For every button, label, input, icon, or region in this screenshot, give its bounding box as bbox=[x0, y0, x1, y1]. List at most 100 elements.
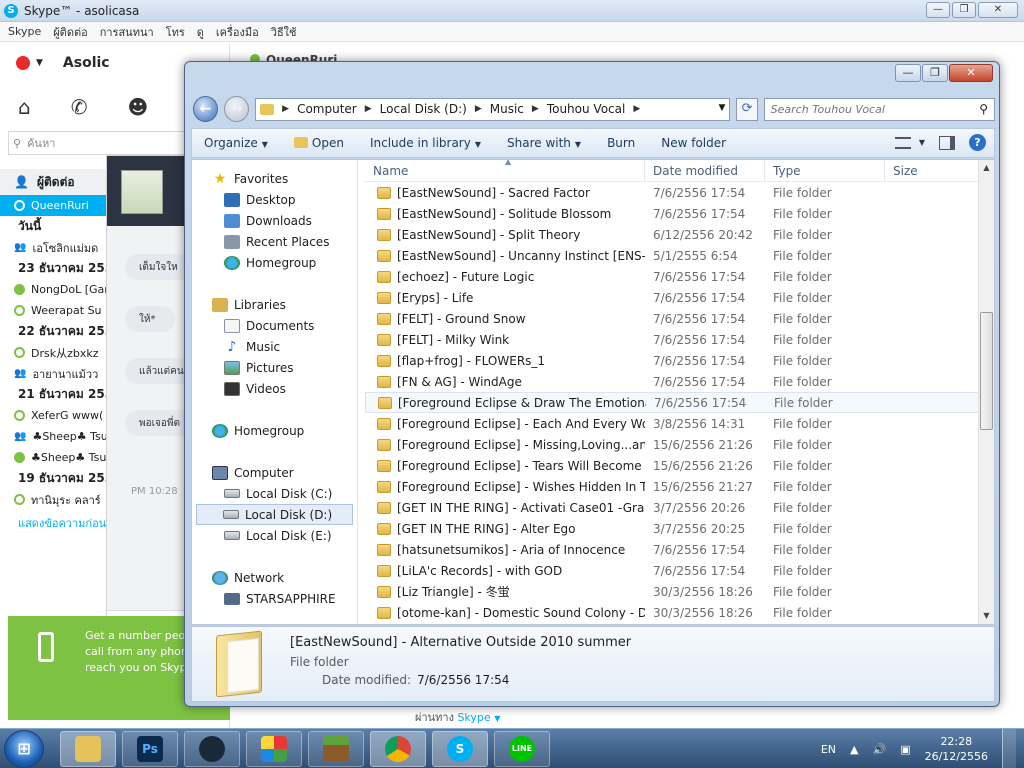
status-icon[interactable] bbox=[16, 56, 30, 70]
open-button[interactable]: Open bbox=[293, 136, 344, 150]
file-row[interactable]: [FELT] - Ground Snow 7/6/2556 17:54 File f… bbox=[365, 308, 981, 329]
breadcrumb-separator-icon[interactable]: ▶ bbox=[282, 104, 289, 114]
file-row[interactable]: [otome-kan] - Domestic Sound Colony - Di… bbox=[365, 602, 981, 623]
nav-libraries[interactable]: Libraries bbox=[192, 294, 357, 315]
file-row[interactable]: [FELT] - Milky Wink 7/6/2556 17:54 File fo… bbox=[365, 329, 981, 350]
explorer-maximize-button[interactable]: ❐ bbox=[922, 64, 948, 82]
breadcrumb-music[interactable]: Music bbox=[490, 102, 524, 116]
group-icon[interactable]: ☻ bbox=[127, 95, 148, 119]
file-row[interactable]: [EastNewSound] - Solitude Blossom 7/6/255… bbox=[365, 203, 981, 224]
breadcrumb-separator-icon[interactable]: ▶ bbox=[633, 104, 640, 114]
menu-tools[interactable]: เครื่องมือ bbox=[216, 23, 259, 41]
menu-contacts[interactable]: ผู้ติดต่อ bbox=[53, 23, 87, 41]
file-row[interactable]: [EastNewSound] - Sacred Factor 7/6/2556 1… bbox=[365, 182, 981, 203]
organize-button[interactable]: Organize ▼ bbox=[204, 136, 268, 150]
nav-favorites[interactable]: ★ Favorites bbox=[192, 168, 357, 189]
menu-call[interactable]: โทร bbox=[166, 23, 185, 41]
scroll-up-icon[interactable]: ▲ bbox=[979, 160, 994, 176]
nav-recent-places[interactable]: Recent Places bbox=[192, 231, 357, 252]
column-date-modified[interactable]: Date modified bbox=[645, 160, 765, 182]
file-row[interactable]: [Foreground Eclipse & Draw The Emotional… bbox=[365, 392, 981, 413]
file-row[interactable]: [Foreground Eclipse] - Tears Will Become… bbox=[365, 455, 981, 476]
scrollbar-thumb[interactable] bbox=[980, 312, 993, 430]
chevron-down-icon[interactable]: ▼ bbox=[36, 58, 43, 68]
file-row[interactable]: [Eryps] - Life 7/6/2556 17:54 File folder bbox=[365, 287, 981, 308]
back-button[interactable]: ← bbox=[193, 96, 219, 122]
nav-documents[interactable]: Documents bbox=[192, 315, 357, 336]
breadcrumb-separator-icon[interactable]: ▶ bbox=[475, 104, 482, 114]
nav-music[interactable]: ♪ Music bbox=[192, 336, 357, 357]
file-row[interactable]: [GET IN THE RING] - Alter Ego 3/7/2556 20… bbox=[365, 518, 981, 539]
refresh-button[interactable]: ⟳ bbox=[736, 97, 758, 121]
address-history-chevron-icon[interactable]: ▼ bbox=[719, 103, 726, 113]
taskbar-photoshop[interactable]: Ps bbox=[122, 731, 178, 767]
taskbar-apps[interactable] bbox=[246, 731, 302, 767]
column-size[interactable]: Size bbox=[885, 160, 965, 182]
menu-conversations[interactable]: การสนทนา bbox=[100, 23, 154, 41]
file-row[interactable]: [echoez] - Future Logic 7/6/2556 17:54 Fil… bbox=[365, 266, 981, 287]
send-via-label[interactable]: ผ่านทาง Skype ▼ bbox=[415, 708, 500, 726]
file-row[interactable]: [flap+frog] - FLOWERs_1 7/6/2556 17:54 Fil… bbox=[365, 350, 981, 371]
volume-icon[interactable]: 🔊 bbox=[872, 743, 886, 756]
explorer-minimize-button[interactable]: — bbox=[895, 64, 921, 82]
file-row[interactable]: [Foreground Eclipse] - Each And Every Wo… bbox=[365, 413, 981, 434]
nav-starsapphire[interactable]: STARSAPPHIRE bbox=[192, 588, 357, 609]
breadcrumb-computer[interactable]: Computer bbox=[297, 102, 357, 116]
nav-local-disk-e[interactable]: Local Disk (E:) bbox=[192, 525, 357, 546]
preview-pane-icon[interactable] bbox=[939, 135, 955, 150]
forward-button[interactable]: → bbox=[224, 96, 250, 122]
taskbar-minecraft[interactable] bbox=[308, 731, 364, 767]
search-icon[interactable]: ⚲ bbox=[979, 102, 988, 116]
file-row[interactable]: [Foreground Eclipse] - Wishes Hidden In … bbox=[365, 476, 981, 497]
file-row[interactable]: [FN & AG] - WindAge 7/6/2556 17:54 File fo… bbox=[365, 371, 981, 392]
skype-maximize-button[interactable]: ❐ bbox=[952, 2, 976, 18]
taskbar-skype[interactable]: S bbox=[432, 731, 488, 767]
search-box[interactable]: ⚲ bbox=[763, 97, 995, 121]
breadcrumb[interactable]: ▶ Computer ▶ Local Disk (D:) ▶ Music ▶ T… bbox=[255, 97, 731, 121]
phone-icon[interactable]: ✆ bbox=[71, 95, 88, 119]
vertical-scrollbar[interactable]: ▲ ▼ bbox=[978, 160, 994, 624]
scroll-down-icon[interactable]: ▼ bbox=[979, 608, 994, 624]
show-hidden-icons-icon[interactable]: ▲ bbox=[850, 743, 858, 756]
file-row[interactable]: [EastNewSound] - Split Theory 6/12/2556 2… bbox=[365, 224, 981, 245]
menu-skype[interactable]: Skype bbox=[8, 25, 41, 38]
nav-pictures[interactable]: Pictures bbox=[192, 357, 357, 378]
clock[interactable]: 22:28 26/12/2556 bbox=[925, 734, 988, 764]
breadcrumb-separator-icon[interactable]: ▶ bbox=[532, 104, 539, 114]
nav-desktop[interactable]: Desktop bbox=[192, 189, 357, 210]
skype-minimize-button[interactable]: — bbox=[926, 2, 950, 18]
explorer-close-button[interactable]: ✕ bbox=[949, 64, 993, 82]
file-row[interactable]: [hatsunetsumikos] - Aria of Innocence 7/6… bbox=[365, 539, 981, 560]
home-icon[interactable]: ⌂ bbox=[18, 95, 31, 119]
breadcrumb-separator-icon[interactable]: ▶ bbox=[365, 104, 372, 114]
language-indicator[interactable]: EN bbox=[821, 743, 836, 756]
nav-local-disk-c[interactable]: Local Disk (C:) bbox=[192, 483, 357, 504]
burn-button[interactable]: Burn bbox=[607, 136, 635, 150]
show-desktop-button[interactable] bbox=[1002, 729, 1016, 768]
taskbar-line[interactable]: LINE bbox=[494, 731, 550, 767]
new-folder-button[interactable]: New folder bbox=[661, 136, 726, 150]
start-button[interactable]: ⊞ bbox=[4, 730, 44, 768]
search-input[interactable] bbox=[770, 102, 971, 116]
change-view-button[interactable]: ▼ bbox=[894, 136, 925, 149]
taskbar-explorer[interactable] bbox=[60, 731, 116, 767]
help-icon[interactable]: ? bbox=[969, 134, 986, 151]
file-row[interactable]: [LiLA'c Records] - with GOD 7/6/2556 17:5… bbox=[365, 560, 981, 581]
nav-local-disk-d[interactable]: Local Disk (D:) bbox=[196, 504, 353, 525]
file-row[interactable]: [EastNewSound] - Uncanny Instinct [ENS-0… bbox=[365, 245, 981, 266]
skype-close-button[interactable]: ✕ bbox=[978, 2, 1018, 18]
file-list[interactable]: ▲ Name Date modified Type Size [EastNewS… bbox=[365, 160, 981, 624]
taskbar-steam[interactable] bbox=[184, 731, 240, 767]
file-row[interactable]: [Foreground Eclipse] - Missing,Loving...… bbox=[365, 434, 981, 455]
nav-downloads[interactable]: Downloads bbox=[192, 210, 357, 231]
explorer-window[interactable]: — ❐ ✕ ← → ▶ Computer ▶ Local Disk (D:) ▶… bbox=[184, 61, 1000, 707]
nav-homegroup-favorite[interactable]: Homegroup bbox=[192, 252, 357, 273]
breadcrumb-touhou-vocal[interactable]: Touhou Vocal bbox=[547, 102, 626, 116]
nav-network[interactable]: Network bbox=[192, 567, 357, 588]
file-row[interactable]: [Liz Triangle] - 冬蛍 30/3/2556 18:26 File f… bbox=[365, 581, 981, 602]
include-in-library-button[interactable]: Include in library ▼ bbox=[370, 136, 481, 150]
nav-videos[interactable]: Videos bbox=[192, 378, 357, 399]
share-with-button[interactable]: Share with ▼ bbox=[507, 136, 581, 150]
nav-homegroup[interactable]: Homegroup bbox=[192, 420, 357, 441]
nav-computer[interactable]: Computer bbox=[192, 462, 357, 483]
